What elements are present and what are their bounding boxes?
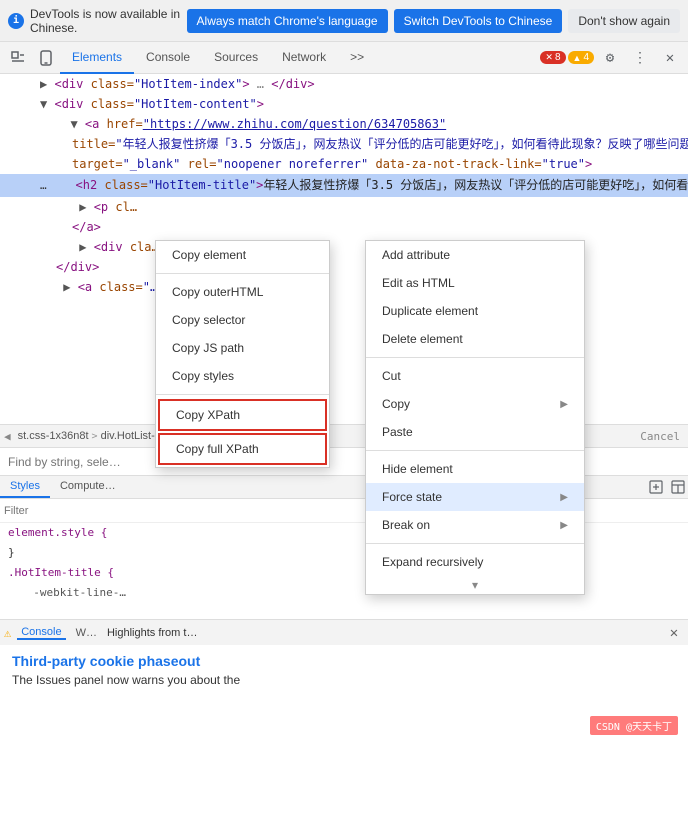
error-x-icon: ✕ — [545, 52, 553, 63]
menu-item-expand[interactable]: Expand recursively — [366, 548, 584, 576]
tab-console-bottom[interactable]: Console — [17, 626, 65, 640]
menu-dots: ▾ — [366, 576, 584, 594]
error-badge[interactable]: ✕ 8 — [540, 51, 565, 64]
tab-computed[interactable]: Compute… — [50, 476, 126, 498]
menu-item-copy-selector[interactable]: Copy selector — [156, 306, 329, 334]
arrow-icon: ▶ — [560, 520, 568, 531]
menu-item-hide[interactable]: Hide element — [366, 455, 584, 483]
breadcrumb-cancel[interactable]: Cancel — [636, 430, 684, 443]
tab-w[interactable]: W… — [72, 627, 101, 639]
panel-new-style-icon[interactable] — [646, 477, 666, 497]
info-icon: i — [8, 13, 24, 29]
menu-item-force-state[interactable]: Force state ▶ — [366, 483, 584, 511]
article-text: The Issues panel now warns you about the — [12, 673, 676, 687]
menu-item-copy-styles[interactable]: Copy styles — [156, 362, 329, 390]
menu-item-copy-element[interactable]: Copy element — [156, 241, 329, 269]
html-line[interactable]: title="年轻人报复性挤爆「3.5 分饭店」，网友热议「评分低的店可能更好吃… — [0, 134, 688, 154]
menu-item-paste[interactable]: Paste — [366, 418, 584, 446]
menu-item-copy-js-path[interactable]: Copy JS path — [156, 334, 329, 362]
toolbar-right-icons: ✕ 8 ▲ 4 ⚙ ⋮ ✕ — [540, 44, 684, 72]
article-title: Third-party cookie phaseout — [12, 653, 676, 669]
breadcrumb-item[interactable]: st.css-1x36n8t — [15, 430, 92, 442]
html-line[interactable]: </a> — [0, 217, 688, 237]
switch-devtools-button[interactable]: Switch DevTools to Chinese — [394, 9, 563, 33]
dont-show-again-button[interactable]: Don't show again — [568, 9, 680, 33]
menu-item-duplicate[interactable]: Duplicate element — [366, 297, 584, 325]
menu-item-copy-full-xpath[interactable]: Copy full XPath — [158, 433, 327, 465]
menu-divider — [366, 450, 584, 451]
panel-layout-icon[interactable] — [668, 477, 688, 497]
console-bar: ⚠ Console W… Highlights from t… ✕ — [0, 619, 688, 645]
more-options-icon[interactable]: ⋮ — [626, 44, 654, 72]
tab-more[interactable]: >> — [338, 42, 376, 74]
inspector-icon[interactable] — [4, 44, 32, 72]
notification-text: DevTools is now available in Chinese. — [30, 7, 181, 35]
close-devtools-icon[interactable]: ✕ — [656, 44, 684, 72]
close-console-icon[interactable]: ✕ — [664, 623, 684, 643]
menu-item-break-on[interactable]: Break on ▶ — [366, 511, 584, 539]
match-language-button[interactable]: Always match Chrome's language — [187, 9, 388, 33]
menu-item-cut[interactable]: Cut — [366, 362, 584, 390]
menu-divider — [156, 394, 329, 395]
menu-item-copy-outerhtml[interactable]: Copy outerHTML — [156, 278, 329, 306]
warn-badge[interactable]: ▲ 4 — [568, 51, 594, 64]
menu-divider — [156, 273, 329, 274]
warning-icon: ⚠ — [4, 626, 11, 640]
csdn-watermark: CSDN @天天卡丁 — [590, 716, 678, 735]
devtools-toolbar: Elements Console Sources Network >> ✕ 8 … — [0, 42, 688, 74]
context-menu-left: Copy element Copy outerHTML Copy selecto… — [155, 240, 330, 468]
menu-divider — [366, 357, 584, 358]
arrow-icon: ▶ — [560, 399, 568, 410]
html-line-selected[interactable]: … <h2 class="HotItem-title">年轻人报复性挤爆「3.5… — [0, 174, 688, 197]
html-line[interactable]: ▼ <div class="HotItem-content"> — [0, 94, 688, 114]
html-line[interactable]: target="_blank" rel="noopener noreferrer… — [0, 154, 688, 174]
arrow-icon: ▶ — [560, 492, 568, 503]
settings-icon[interactable]: ⚙ — [596, 44, 624, 72]
menu-item-copy[interactable]: Copy ▶ — [366, 390, 584, 418]
console-text: Highlights from t… — [107, 627, 197, 639]
html-line[interactable]: ▶ <p cl… — [0, 197, 688, 217]
tab-network[interactable]: Network — [270, 42, 338, 74]
html-line[interactable]: ▶ <div class="HotItem-index"> … </div> — [0, 74, 688, 94]
article-preview: Third-party cookie phaseout The Issues p… — [0, 645, 688, 745]
menu-item-edit-html[interactable]: Edit as HTML — [366, 269, 584, 297]
device-icon[interactable] — [32, 44, 60, 72]
tab-sources[interactable]: Sources — [202, 42, 270, 74]
context-menu-right: Add attribute Edit as HTML Duplicate ele… — [365, 240, 585, 595]
html-line[interactable]: ▼ <a href="https://www.zhihu.com/questio… — [0, 114, 688, 134]
tab-elements[interactable]: Elements — [60, 42, 134, 74]
tab-styles[interactable]: Styles — [0, 476, 50, 498]
warn-triangle-icon: ▲ — [573, 53, 582, 63]
panel-icons — [646, 476, 688, 498]
menu-item-delete[interactable]: Delete element — [366, 325, 584, 353]
tab-console[interactable]: Console — [134, 42, 202, 74]
menu-divider — [366, 543, 584, 544]
menu-item-add-attribute[interactable]: Add attribute — [366, 241, 584, 269]
menu-item-copy-xpath[interactable]: Copy XPath — [158, 399, 327, 431]
notification-bar: i DevTools is now available in Chinese. … — [0, 0, 688, 42]
